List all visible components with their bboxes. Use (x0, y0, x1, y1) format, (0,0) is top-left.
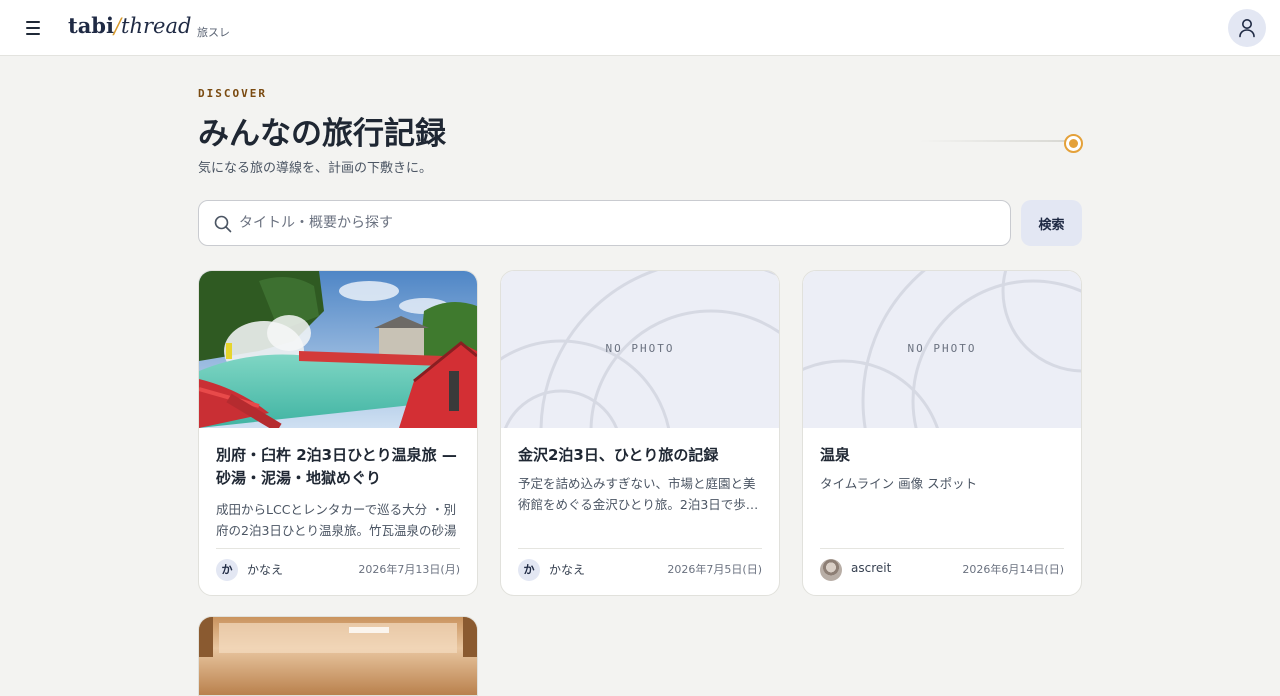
card-photo (199, 271, 477, 428)
hot-spring-photo (199, 271, 477, 428)
author-name: ascreit (851, 561, 892, 575)
card-photo-placeholder: NO PHOTO (501, 271, 779, 428)
logo-subtitle: 旅スレ (197, 26, 230, 39)
page-subtitle: 気になる旅の導線を、計画の下敷きに。 (198, 161, 433, 176)
room-photo (199, 617, 477, 657)
card-divider (518, 548, 762, 549)
author-name: かなえ (549, 563, 586, 577)
card-title: 温泉 (820, 446, 851, 464)
card-description: 成田からLCCとレンタカーで巡る大分 ・別府の2泊3日ひとり温泉旅。竹瓦温泉の砂… (216, 502, 457, 538)
card-title: 金沢2泊3日、ひとり旅の記録 (518, 446, 719, 464)
search-box (198, 200, 1011, 246)
hamburger-icon[interactable] (24, 18, 44, 38)
travel-card[interactable]: NO PHOTO 金沢2泊3日、ひとり旅の記録 予定を詰め込みすぎない、市場と庭… (500, 270, 780, 596)
card-date: 2026年7月13日(月) (358, 563, 460, 576)
logo-secondary: thread (121, 14, 192, 38)
page-title: みんなの旅行記録 (198, 116, 446, 152)
card-photo-placeholder: NO PHOTO (803, 271, 1081, 428)
logo-primary: tabi (68, 13, 114, 38)
card-date: 2026年6月14日(日) (962, 563, 1064, 576)
search-input[interactable] (239, 202, 999, 244)
card-description: 予定を詰め込みすぎない、市場と庭園と美術館をめぐる金沢ひとり旅。2泊3日で歩… (518, 476, 759, 512)
author-avatar (820, 559, 842, 581)
travel-card[interactable]: NO PHOTO 温泉 タイムライン 画像 スポット ascreit 2026年… (802, 270, 1082, 596)
decorative-line (920, 140, 1066, 142)
travel-card[interactable]: 別府・臼杵 2泊3日ひとり温泉旅 — 砂湯・泥湯・地獄めぐり 成田からLCCとレ… (198, 270, 478, 596)
logo[interactable]: tabi/thread (68, 13, 191, 38)
card-title: 別府・臼杵 2泊3日ひとり温泉旅 — 砂湯・泥湯・地獄めぐり (216, 446, 457, 487)
logo-slash: / (113, 14, 122, 38)
author-avatar: か (216, 559, 238, 581)
account-button[interactable] (1228, 9, 1266, 47)
search-button[interactable]: 検索 (1021, 200, 1082, 246)
search-icon (214, 215, 232, 233)
author-avatar: か (518, 559, 540, 581)
card-description: タイムライン 画像 スポット (820, 476, 978, 491)
no-photo-label: NO PHOTO (605, 342, 675, 355)
user-icon (1239, 19, 1255, 38)
no-photo-label: NO PHOTO (907, 342, 977, 355)
top-bar: tabi/thread 旅スレ (0, 0, 1280, 56)
card-date: 2026年7月5日(日) (667, 563, 762, 576)
travel-card-partial[interactable] (198, 616, 478, 696)
decorative-dot-icon (1064, 134, 1083, 153)
card-divider (216, 548, 460, 549)
section-eyebrow: DISCOVER (198, 87, 267, 100)
card-divider (820, 548, 1064, 549)
author-name: かなえ (247, 563, 284, 577)
